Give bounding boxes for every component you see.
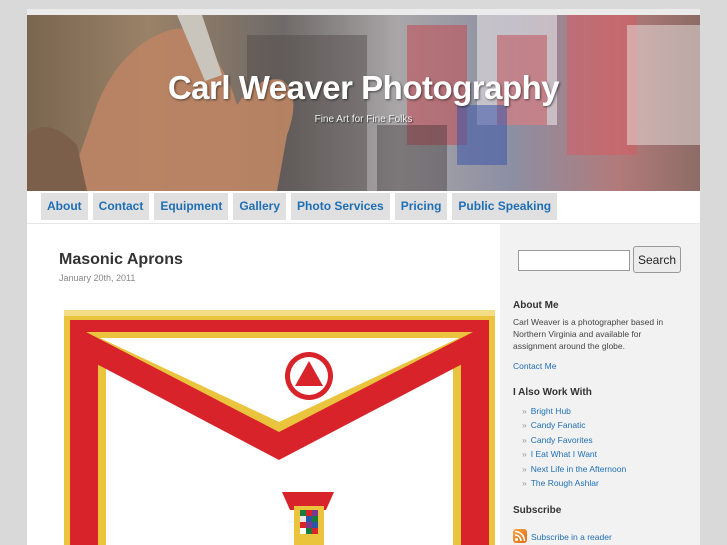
site-title[interactable]: Carl Weaver Photography	[27, 69, 700, 107]
bullet-icon: »	[522, 464, 527, 474]
list-item[interactable]: » Bright Hub	[522, 406, 571, 416]
bullet-icon: »	[522, 478, 527, 488]
nav-item-public-speaking[interactable]: Public Speaking	[452, 193, 558, 220]
apron-photo	[64, 310, 495, 545]
search-input[interactable]	[518, 250, 630, 271]
link-bright-hub[interactable]: Bright Hub	[531, 406, 571, 416]
nav-item-pricing[interactable]: Pricing	[394, 193, 448, 220]
link-candy-favorites[interactable]: Candy Favorites	[531, 435, 593, 445]
nav-item-about[interactable]: About	[41, 193, 88, 220]
list-item[interactable]: » The Rough Ashlar	[522, 478, 599, 488]
nav-item-photo-services[interactable]: Photo Services	[291, 193, 390, 220]
nav-item-contact[interactable]: Contact	[92, 193, 150, 220]
list-item[interactable]: » I Eat What I Want	[522, 449, 597, 459]
link-rough-ashlar[interactable]: The Rough Ashlar	[531, 478, 599, 488]
bullet-icon: »	[522, 406, 527, 416]
list-item[interactable]: » Candy Favorites	[522, 435, 593, 445]
link-next-life[interactable]: Next Life in the Afternoon	[531, 464, 626, 474]
sidebar: Search About Me Carl Weaver is a photogr…	[500, 224, 700, 545]
site-tagline: Fine Art for Fine Folks	[314, 114, 413, 125]
subscribe-title: Subscribe	[513, 505, 562, 516]
about-widget-title: About Me	[513, 300, 559, 311]
page-container: Carl Weaver Photography Fine Art for Fin…	[27, 9, 700, 545]
list-item[interactable]: » Candy Fanatic	[522, 420, 586, 430]
list-item[interactable]: » Next Life in the Afternoon	[522, 464, 626, 474]
also-work-title: I Also Work With	[513, 387, 592, 398]
main-nav: About Contact Equipment Gallery Photo Se…	[41, 193, 558, 220]
bullet-icon: »	[522, 420, 527, 430]
nav-item-gallery[interactable]: Gallery	[233, 193, 287, 220]
link-candy-fanatic[interactable]: Candy Fanatic	[531, 420, 586, 430]
search-button[interactable]: Search	[633, 246, 681, 273]
post-title[interactable]: Masonic Aprons	[59, 251, 183, 269]
subscribe-link[interactable]: Subscribe in a reader	[531, 532, 612, 542]
nav-item-equipment[interactable]: Equipment	[154, 193, 229, 220]
bullet-icon: »	[522, 435, 527, 445]
post-date: January 20th, 2011	[59, 273, 136, 283]
about-text: Carl Weaver is a photographer based in N…	[513, 317, 664, 351]
contact-me-link[interactable]: Contact Me	[513, 361, 556, 371]
post-image[interactable]	[64, 310, 495, 545]
bullet-icon: »	[522, 449, 527, 459]
header-banner: Carl Weaver Photography Fine Art for Fin…	[27, 15, 700, 191]
rss-glyph	[514, 530, 526, 542]
link-i-eat-what-i-want[interactable]: I Eat What I Want	[531, 449, 597, 459]
rss-feed-icon[interactable]	[513, 529, 527, 543]
